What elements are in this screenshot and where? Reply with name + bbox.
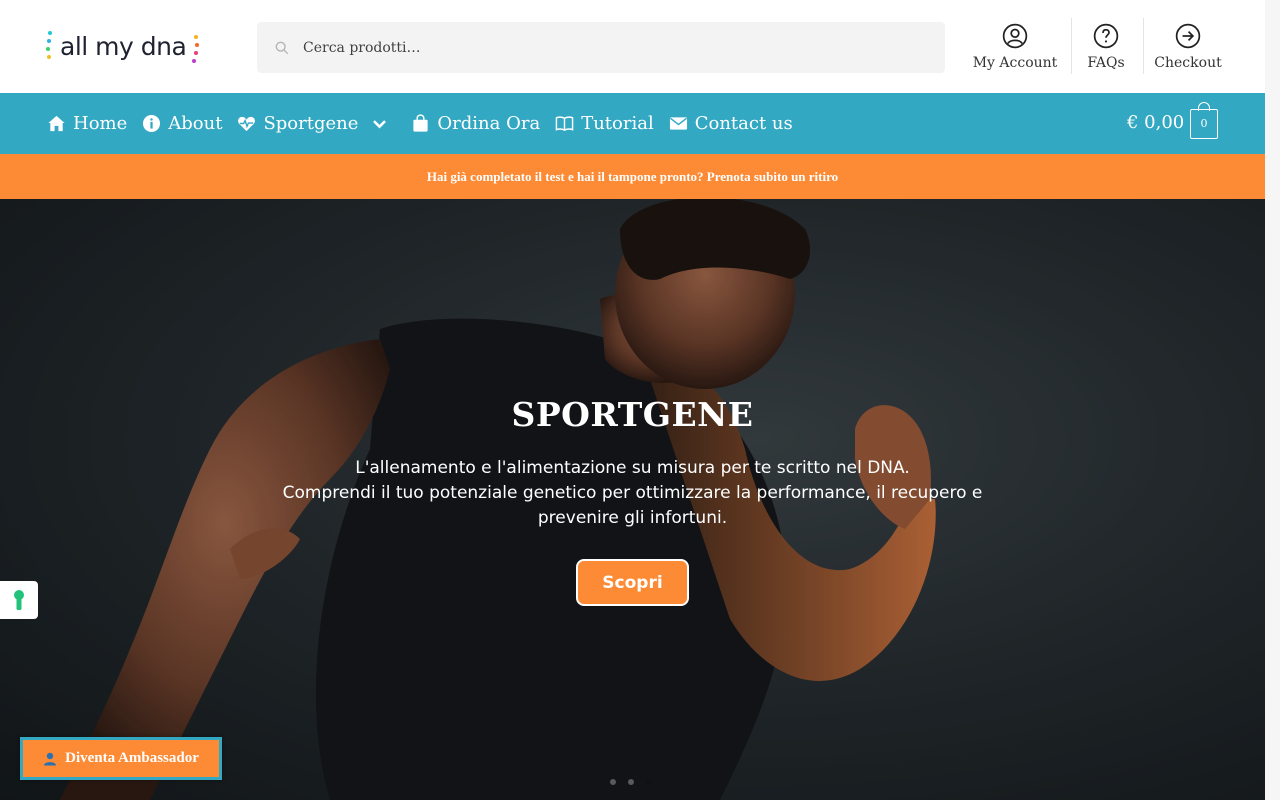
- accessibility-tab[interactable]: [0, 581, 38, 619]
- nav-item-contact-us[interactable]: Contact us: [669, 113, 793, 134]
- user-circle-icon: [1002, 23, 1028, 49]
- user-icon: [44, 752, 57, 765]
- cart-total[interactable]: € 0,00: [1127, 112, 1184, 133]
- home-icon: [48, 115, 65, 132]
- slider-dot-active[interactable]: [646, 779, 652, 785]
- faqs-label: FAQs: [1087, 55, 1125, 71]
- page-scrollbar[interactable]: [1265, 0, 1280, 800]
- nav-item-about[interactable]: About: [142, 113, 222, 134]
- shopping-bag-icon: [413, 114, 429, 132]
- nav-item-ordina-ora[interactable]: Ordina Ora: [411, 113, 540, 134]
- logo-dots-left: [46, 29, 54, 63]
- scopri-button[interactable]: Scopri: [576, 559, 689, 606]
- hero-subtitle-line: prevenire gli infortuni.: [537, 508, 728, 528]
- checkout-link[interactable]: Checkout: [1154, 18, 1222, 74]
- site-header: all my dna My Account: [0, 0, 1265, 93]
- arrow-right-circle-icon: [1175, 23, 1201, 49]
- nav-menu: Home About Sportgene Ordina Ora Tutorial…: [47, 93, 808, 154]
- keyhole-icon: [14, 590, 24, 610]
- nav-item-sportgene[interactable]: Sportgene: [237, 113, 396, 134]
- faqs-link[interactable]: FAQs: [1082, 18, 1130, 74]
- book-icon: [555, 116, 574, 131]
- question-circle-icon: [1093, 23, 1119, 49]
- nav-label-tutorial: Tutorial: [581, 113, 654, 134]
- checkout-label: Checkout: [1154, 55, 1222, 71]
- main-navigation: Home About Sportgene Ordina Ora Tutorial…: [0, 93, 1265, 154]
- search-icon: [275, 41, 289, 54]
- ambassador-button[interactable]: Diventa Ambassador: [20, 737, 222, 780]
- nav-item-tutorial[interactable]: Tutorial: [555, 113, 654, 134]
- cart-icon[interactable]: 0: [1190, 102, 1218, 139]
- site-logo[interactable]: all my dna: [46, 26, 216, 66]
- hero-subtitle: L'allenamento e l'alimentazione su misur…: [0, 456, 1265, 531]
- heartbeat-icon: [238, 116, 256, 132]
- header-divider: [1143, 18, 1144, 74]
- cart-count: 0: [1200, 117, 1208, 130]
- nav-label-ordina-ora: Ordina Ora: [437, 113, 541, 134]
- nav-label-sportgene: Sportgene: [263, 113, 359, 134]
- nav-item-home[interactable]: Home: [47, 113, 127, 134]
- nav-label-about: About: [168, 113, 223, 134]
- search-bar: [257, 22, 945, 73]
- page: all my dna My Account: [0, 0, 1265, 800]
- header-divider: [1071, 18, 1072, 74]
- my-account-link[interactable]: My Account: [973, 18, 1057, 74]
- announcement-text: Hai già completato il test e hai il tamp…: [426, 168, 839, 184]
- chevron-down-icon[interactable]: [370, 114, 389, 133]
- info-icon: [143, 114, 161, 133]
- hero-content: SPORTGENE L'allenamento e l'alimentazion…: [0, 395, 1265, 606]
- logo-text: all my dna: [60, 31, 187, 61]
- hero-subtitle-line: Comprendi il tuo potenziale genetico per…: [282, 483, 983, 503]
- hero-slider: SPORTGENE L'allenamento e l'alimentazion…: [0, 199, 1265, 800]
- slider-dot[interactable]: [610, 779, 616, 785]
- nav-label-contact-us: Contact us: [694, 113, 793, 134]
- slider-dot[interactable]: [628, 779, 634, 785]
- my-account-label: My Account: [972, 55, 1058, 71]
- announcement-bar[interactable]: Hai già completato il test e hai il tamp…: [0, 154, 1265, 199]
- envelope-icon: [669, 117, 687, 130]
- logo-dots-right: [192, 29, 200, 63]
- search-input[interactable]: [303, 39, 903, 56]
- hero-subtitle-line: L'allenamento e l'alimentazione su misur…: [355, 458, 910, 478]
- nav-label-home: Home: [73, 113, 128, 134]
- slider-dots: [610, 779, 664, 785]
- ambassador-label: Diventa Ambassador: [65, 750, 199, 766]
- hero-title: SPORTGENE: [511, 395, 754, 434]
